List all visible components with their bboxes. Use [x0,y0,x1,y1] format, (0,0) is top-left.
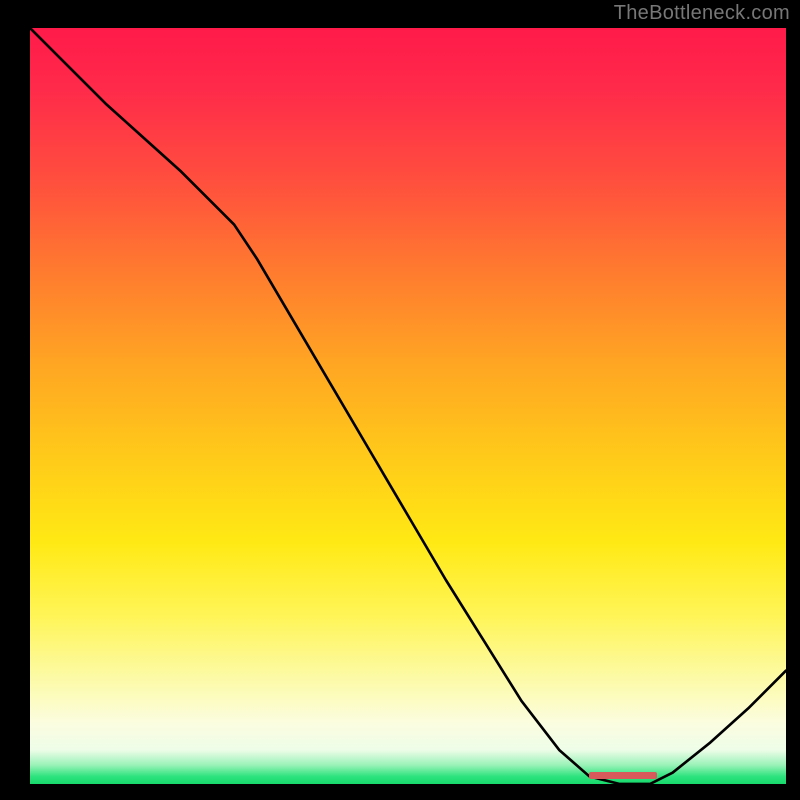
chart-gradient-background [30,28,786,784]
watermark-text: TheBottleneck.com [614,2,790,25]
chart-plot-area [30,28,786,784]
optimal-range-marker [589,772,657,779]
